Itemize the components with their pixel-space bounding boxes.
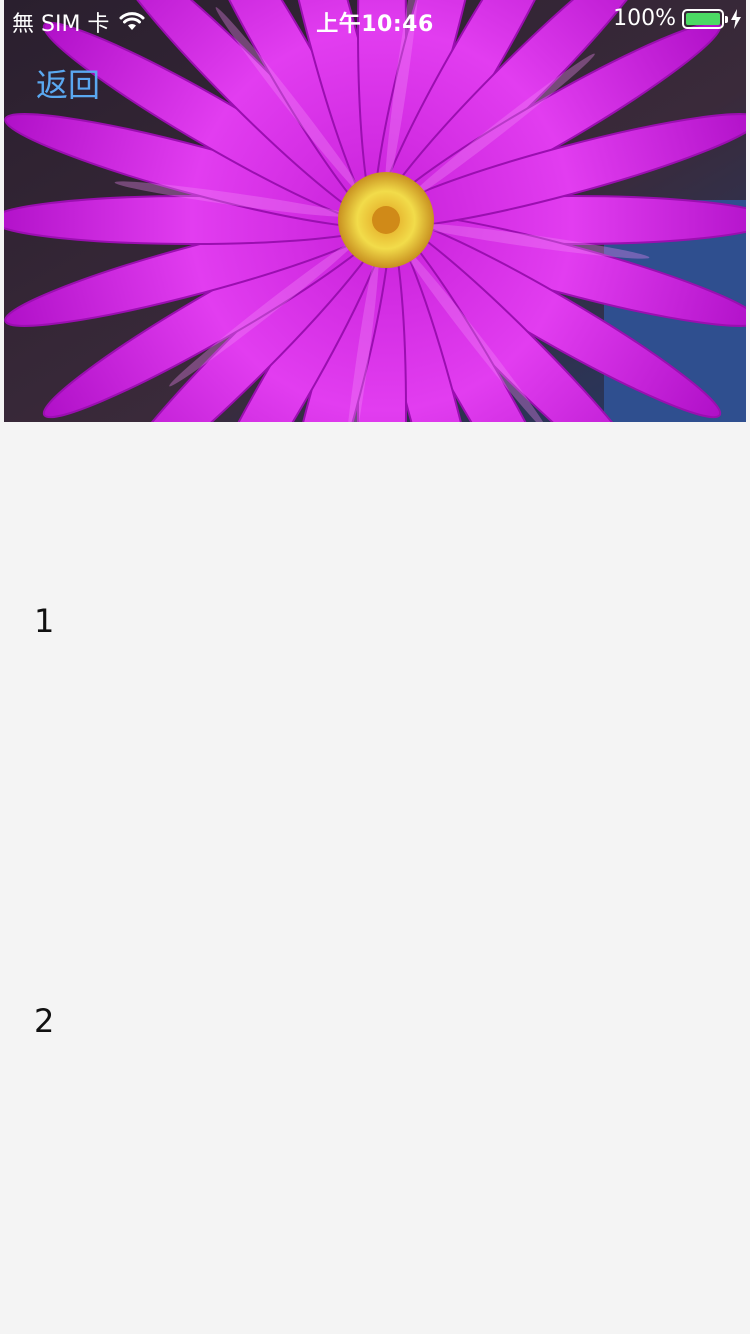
battery-fill — [686, 12, 720, 25]
list-container: 1 2 — [4, 422, 746, 1334]
back-button[interactable]: 返回 — [36, 60, 100, 106]
status-bar: 無 SIM 卡 上午10:46 100% — [0, 0, 750, 40]
header-image — [4, 0, 746, 422]
list-item[interactable]: 2 — [34, 1002, 54, 1040]
list-item[interactable]: 1 — [34, 602, 54, 640]
screen: 無 SIM 卡 上午10:46 100% 返回 1 2 — [0, 0, 750, 1334]
status-right: 100% — [613, 6, 742, 31]
battery-icon — [682, 8, 728, 29]
charging-icon — [730, 8, 742, 29]
flower-image — [4, 0, 746, 422]
battery-percent: 100% — [613, 6, 676, 31]
